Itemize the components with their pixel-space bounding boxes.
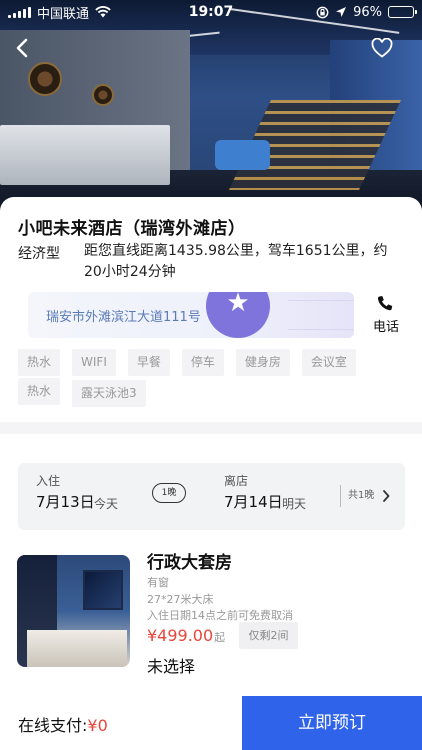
room-selection-status[interactable]: 未选择 [147, 653, 195, 677]
checkout-day: 明天 [282, 497, 307, 511]
phone-button[interactable]: 电话 [366, 294, 406, 335]
room-image[interactable] [17, 555, 130, 667]
checkin-day: 今天 [94, 497, 119, 511]
battery-icon [388, 6, 417, 18]
rotation-lock-icon [316, 6, 329, 18]
favorite-button[interactable] [368, 34, 396, 62]
phone-label: 电话 [372, 320, 399, 335]
hero-clock [92, 84, 114, 106]
total-nights: 共1晚 [340, 485, 390, 507]
checkin-label: 入住 [36, 474, 61, 488]
signal-icon [8, 6, 31, 18]
date-selector[interactable]: 入住 7月13日 今天 1晚 离店 7月14日 明天 共1晚 [18, 463, 405, 530]
location-arrow-icon [336, 7, 347, 17]
hotel-address: 瑞安市外滩滨江大道111号 [46, 310, 201, 325]
room-name[interactable]: 行政大套房 [147, 548, 232, 573]
battery-percent: 96% [353, 4, 382, 20]
heart-icon [371, 38, 393, 58]
hotel-type: 经济型 [18, 246, 60, 262]
map-pin-icon: ★ [206, 292, 270, 338]
room-bed [27, 630, 127, 667]
nights-badge: 1晚 [152, 483, 186, 503]
hero-reception-counter [0, 125, 170, 185]
rooms-remaining-badge: 仅剩2间 [239, 622, 298, 649]
facility-tag: 停车 [181, 349, 224, 376]
pay-label: 在线支付: [18, 716, 88, 735]
room-price-suffix: 起 [214, 631, 226, 644]
status-bar: 中国联通 19:07 96% [0, 0, 422, 24]
bottom-bar: 在线支付:¥0 立即预订 [0, 696, 422, 750]
checkout-date: 7月14日 [224, 493, 283, 511]
phone-icon [377, 296, 393, 311]
hotel-distance: 距您直线距离1435.98公里，驾车1651公里，约20小时24分钟 [84, 243, 388, 280]
hero-sofa [215, 140, 270, 170]
facility-tag: 热水 [18, 349, 61, 376]
chevron-left-icon [16, 38, 28, 58]
hotel-name: 小吧未来酒店（瑞湾外滩店） [18, 219, 246, 239]
section-divider [0, 422, 422, 434]
total-nights-label: 共1晚 [348, 490, 375, 501]
checkout-label: 离店 [224, 474, 249, 488]
pay-amount: ¥0 [87, 716, 108, 735]
room-cancel-policy: 入住日期14点之前可免费取消 [147, 609, 293, 622]
online-payment: 在线支付:¥0 [18, 712, 108, 736]
room-window [83, 570, 123, 610]
hotel-hero-image [0, 0, 422, 215]
room-bed-info: 27*27米大床 [147, 593, 214, 606]
map-road [288, 300, 354, 330]
hotel-info-card: 小吧未来酒店（瑞湾外滩店） 经济型 距您直线距离1435.98公里，驾车1651… [0, 197, 422, 422]
chevron-right-icon [383, 490, 390, 502]
address-map[interactable]: ★ 瑞安市外滩滨江大道111号 [28, 292, 354, 338]
facility-tag: 会议室 [301, 349, 356, 376]
facility-tag: 热水 [18, 378, 61, 405]
room-price-value: ¥499.00 [147, 626, 214, 645]
wifi-icon [95, 6, 111, 18]
facility-tag: WIFI [72, 349, 116, 376]
facility-tag: 早餐 [127, 349, 170, 376]
facility-tags: 热水 WIFI 早餐 停车 健身房 会议室 热水 露天泳池3 [18, 349, 413, 409]
carrier-name: 中国联通 [37, 6, 90, 22]
facility-tag: 露天泳池3 [72, 380, 146, 407]
room-window-info: 有窗 [147, 576, 169, 589]
hero-clock [28, 62, 62, 96]
checkin-date: 7月13日 [36, 493, 95, 511]
room-price: ¥499.00起 [147, 626, 225, 645]
book-now-button[interactable]: 立即预订 [242, 696, 422, 750]
back-button[interactable] [8, 34, 36, 62]
facility-tag: 健身房 [235, 349, 290, 376]
